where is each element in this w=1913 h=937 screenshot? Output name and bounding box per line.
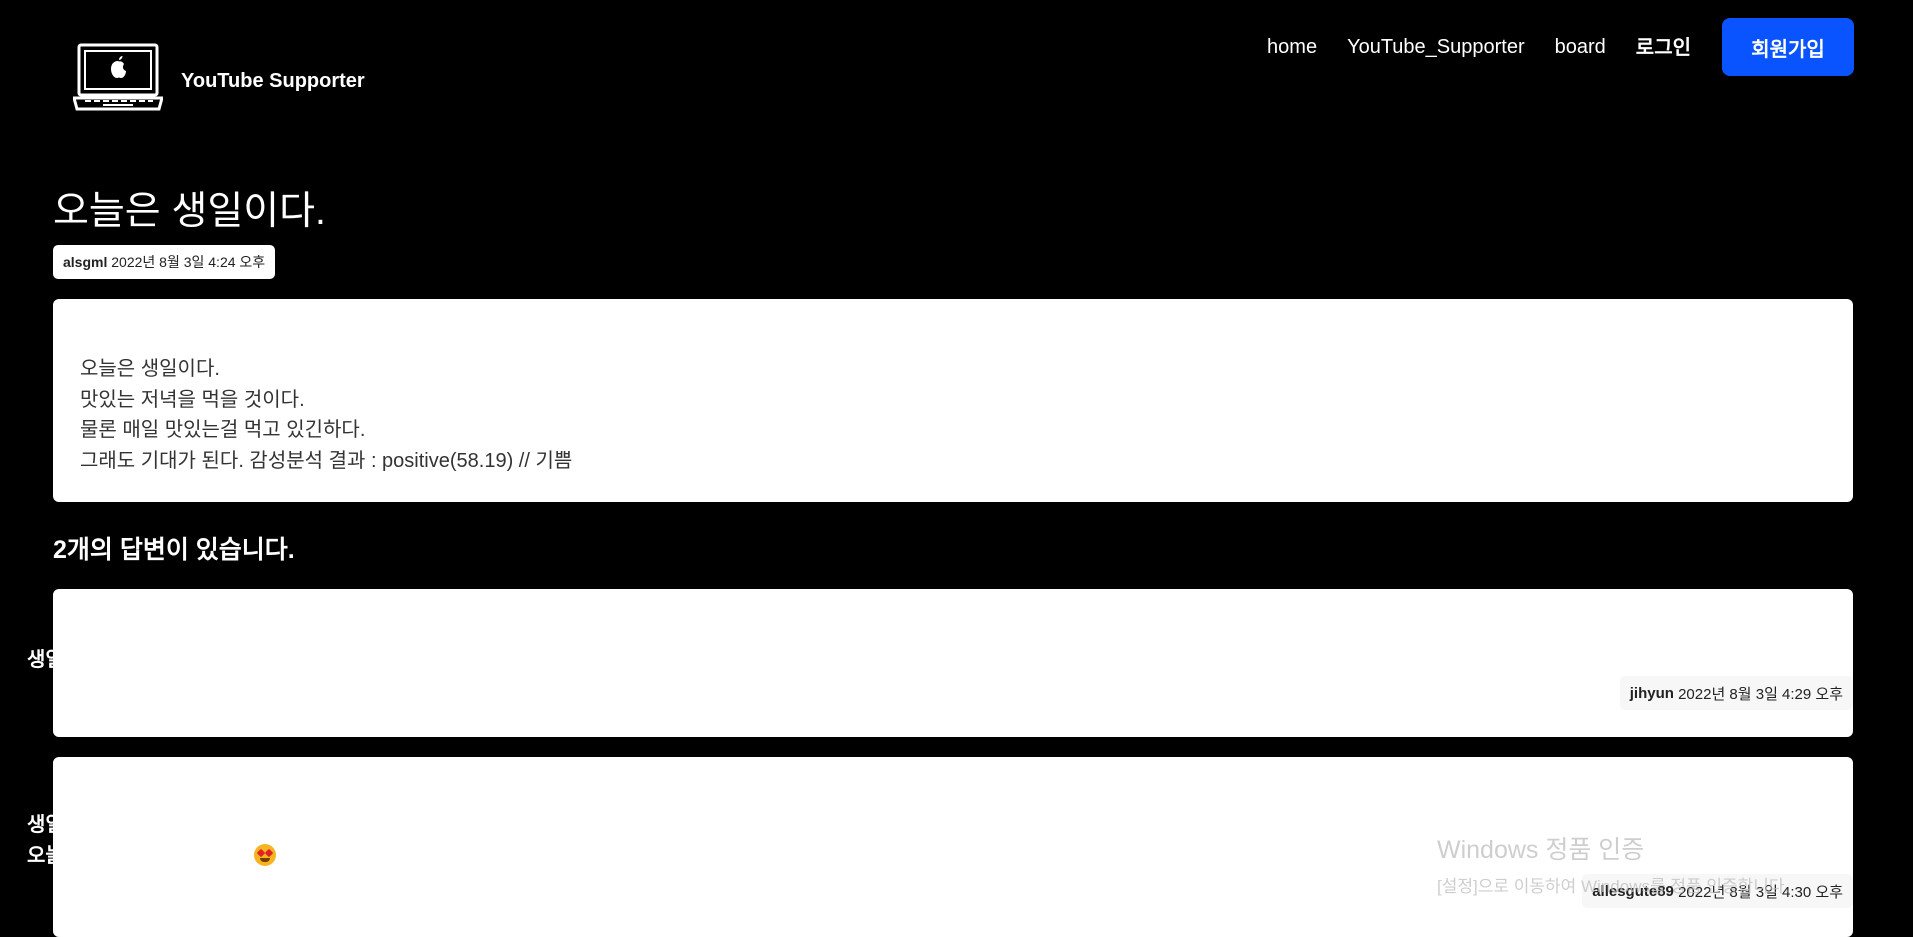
answer-date: 2022년 8월 3일 4:29 오후	[1678, 685, 1843, 703]
answer-text: 생일축하행!!! 오늘 맛있는거 먹는다 오예! // 감성분석 결과 : pos…	[27, 810, 625, 872]
post-date: 2022년 8월 3일 4:24 오후	[111, 254, 266, 270]
post-author: alsgml	[63, 254, 108, 270]
answer-line: 생일을 축하한다구!!!!!// 감성분석 결과 : positive(84.7…	[27, 649, 562, 671]
post-body-line: 그래도 기대가 된다. 감성분석 결과 : positive(58.19) //…	[80, 449, 573, 472]
nav-board-link[interactable]: board	[1555, 36, 1606, 59]
laptop-icon	[73, 43, 163, 111]
nav-youtube-supporter-link[interactable]: YouTube_Supporter	[1347, 36, 1525, 59]
answer-author: jihyun	[1629, 684, 1674, 702]
post-title: 오늘은 생일이다.	[53, 190, 326, 233]
signup-button[interactable]: 회원가입	[1722, 18, 1854, 76]
windows-activation-watermark: Windows 정품 인증 [설정]으로 이동하여 Windows를 정품 인증…	[1437, 830, 1789, 897]
star-struck-emoji-icon	[253, 844, 276, 866]
answer-meta-badge: jihyun 2022년 8월 3일 4:29 오후	[1619, 676, 1853, 710]
post-body-line: 물론 매일 맛있는걸 먹고 있긴하다.	[80, 419, 366, 441]
answer-line: 오늘 맛있는거 먹는다 오예!	[27, 845, 253, 867]
post-body-line: 오늘은 생일이다.	[80, 358, 220, 380]
nav-home-link[interactable]: home	[1267, 36, 1317, 59]
brand-logo[interactable]: YouTube Supporter	[73, 43, 365, 111]
post-body-line: 맛있는 저녁을 먹을 것이다.	[80, 388, 305, 411]
watermark-title: Windows 정품 인증	[1437, 836, 1645, 864]
login-link[interactable]: 로그인	[1636, 31, 1691, 60]
top-nav: home YouTube_Supporter board 로그인 회원가입	[1267, 18, 1854, 76]
brand-name: YouTube Supporter	[181, 69, 365, 92]
post-body: 오늘은 생일이다. 맛있는 저녁을 먹을 것이다. 물론 매일 맛있는걸 먹고 …	[53, 299, 1853, 502]
post-meta-badge: alsgml 2022년 8월 3일 4:24 오후	[53, 245, 276, 279]
answer-line: 생일축하행!!!	[27, 814, 139, 836]
answer-line: // 감성분석 결과 : positive(73.87) // 기쁨	[276, 845, 626, 867]
answer-text: 생일을 축하한다구!!!!!// 감성분석 결과 : positive(84.7…	[27, 645, 561, 676]
watermark-subtitle: [설정]으로 이동하여 Windows를 정품 인증합니다.	[1437, 877, 1790, 896]
answers-count-heading: 2개의 답변이 있습니다.	[53, 536, 295, 564]
